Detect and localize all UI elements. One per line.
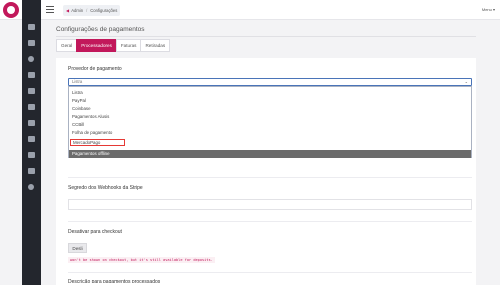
menu-toggle-icon[interactable] bbox=[46, 6, 54, 13]
option-paypal[interactable]: PayPal bbox=[72, 98, 86, 104]
cart-icon[interactable] bbox=[28, 72, 35, 78]
settings-tabs: Geral Processadores Faturas Retiradas bbox=[56, 39, 171, 52]
chart-icon[interactable] bbox=[28, 168, 35, 174]
breadcrumb-separator: / bbox=[86, 8, 88, 13]
document-icon[interactable] bbox=[28, 152, 35, 158]
chevron-down-icon: ⌄ bbox=[464, 79, 468, 84]
home-icon[interactable] bbox=[28, 24, 35, 30]
title-divider bbox=[56, 36, 476, 37]
breadcrumb-admin[interactable]: Admin bbox=[71, 8, 83, 13]
page-title: Configurações de pagamentos bbox=[56, 26, 145, 33]
user-icon[interactable] bbox=[28, 56, 35, 62]
top-bar: ◀ Admin / Configurações Menu ▾ bbox=[0, 0, 500, 20]
list-icon[interactable] bbox=[28, 120, 35, 126]
settings-icon[interactable] bbox=[28, 184, 35, 190]
card-icon[interactable] bbox=[28, 88, 35, 94]
webhooks-label: Segredo dos Webhooks da Stripe bbox=[68, 185, 143, 191]
processors-card: Provedor de pagamento Listra ⌄ Listra Pa… bbox=[56, 58, 476, 285]
folder-icon[interactable] bbox=[28, 40, 35, 46]
section-divider bbox=[68, 221, 472, 222]
checkout-label: Desativar para checkout bbox=[68, 229, 122, 235]
checkout-help-text: won't be shown on checkout, but it's sti… bbox=[68, 257, 215, 263]
tab-retiradas[interactable]: Retiradas bbox=[140, 39, 171, 52]
webhooks-secret-input[interactable] bbox=[68, 199, 472, 210]
option-pagamentos-offline[interactable]: Pagamentos offline bbox=[69, 150, 471, 158]
option-coinbase[interactable]: Coinbase bbox=[72, 106, 91, 112]
section-divider bbox=[68, 177, 472, 178]
provider-select[interactable]: Listra ⌄ bbox=[68, 78, 472, 86]
option-pagamentos-alusis[interactable]: Pagamentos Alusis bbox=[72, 114, 109, 120]
breadcrumb: ◀ Admin / Configurações bbox=[63, 5, 121, 16]
calendar-icon[interactable] bbox=[28, 136, 35, 142]
option-mercadopago[interactable]: MercadoPago bbox=[70, 139, 125, 146]
provider-dropdown: Listra PayPal Coinbase Pagamentos Alusis… bbox=[68, 86, 472, 158]
brand-logo[interactable] bbox=[3, 2, 19, 18]
breadcrumb-current: Configurações bbox=[90, 8, 118, 13]
option-listra[interactable]: Listra bbox=[72, 90, 83, 96]
tab-processadores[interactable]: Processadores bbox=[76, 39, 117, 52]
option-folha-de-pagamento[interactable]: Folha de pagamento bbox=[72, 130, 112, 136]
next-section-label: Descrição para pagamentos processados bbox=[68, 279, 161, 283]
user-menu[interactable]: Menu ▾ bbox=[482, 7, 495, 12]
sidebar bbox=[22, 0, 41, 285]
option-ccbill[interactable]: CCBill bbox=[72, 122, 84, 128]
checkout-toggle-button[interactable]: Desli bbox=[68, 243, 87, 253]
provider-select-value: Listra bbox=[72, 79, 83, 84]
tag-icon[interactable] bbox=[28, 104, 35, 110]
tab-geral[interactable]: Geral bbox=[56, 39, 78, 52]
provider-label: Provedor de pagamento bbox=[68, 66, 122, 72]
section-divider bbox=[68, 272, 472, 273]
home-icon: ◀ bbox=[66, 8, 70, 13]
tab-faturas[interactable]: Faturas bbox=[115, 39, 142, 52]
main-content: Configurações de pagamentos Geral Proces… bbox=[41, 20, 481, 285]
